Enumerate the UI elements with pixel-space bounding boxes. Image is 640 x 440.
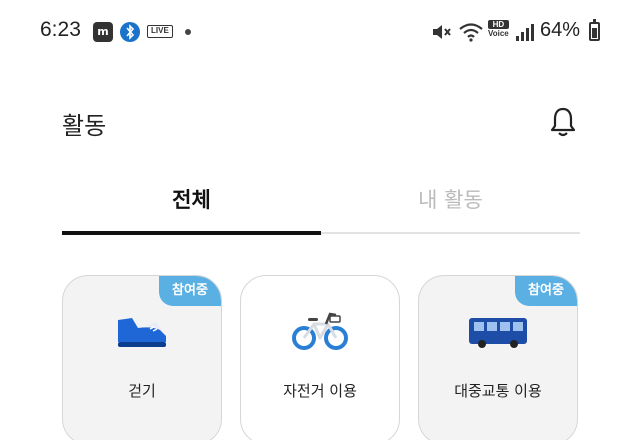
battery-icon <box>589 19 600 41</box>
live-icon: LIVE <box>147 25 173 38</box>
bell-icon[interactable] <box>548 106 578 138</box>
activity-card-bicycle[interactable]: 자전거 이용 <box>240 275 400 440</box>
app-notification-icon: m <box>93 22 113 42</box>
card-label-bicycle: 자전거 이용 <box>283 382 357 400</box>
participating-badge: 참여중 <box>159 276 221 306</box>
bicycle-icon <box>290 306 350 356</box>
page-title: 활동 <box>62 112 107 140</box>
signal-icon <box>515 21 535 47</box>
participating-badge: 참여중 <box>515 276 577 306</box>
hd-label: HD <box>488 20 509 29</box>
status-time: 6:23 <box>40 18 81 41</box>
tab-my-activity[interactable]: 내 활동 <box>321 184 580 236</box>
tab-all[interactable]: 전체 <box>62 184 321 236</box>
card-label-public-transit: 대중교통 이용 <box>454 382 542 400</box>
mute-icon <box>430 21 452 47</box>
activity-card-public-transit[interactable]: 참여중 대중교통 이용 <box>418 275 578 440</box>
bluetooth-app-icon <box>120 22 140 42</box>
hd-voice-icon: HD Voice <box>488 20 509 38</box>
status-bar: 6:23 m LIVE HD Voice 64% <box>0 0 640 56</box>
shoe-icon <box>112 306 172 356</box>
voice-label: Voice <box>488 29 509 38</box>
notification-dot <box>185 29 191 35</box>
wifi-icon <box>458 21 484 47</box>
activity-card-walking[interactable]: 참여중 걷기 <box>62 275 222 440</box>
battery-fill <box>592 28 597 38</box>
card-label-walking: 걷기 <box>128 382 156 400</box>
battery-percent: 64% <box>540 19 581 41</box>
tab-active-indicator <box>62 231 321 235</box>
bus-icon <box>466 306 530 356</box>
